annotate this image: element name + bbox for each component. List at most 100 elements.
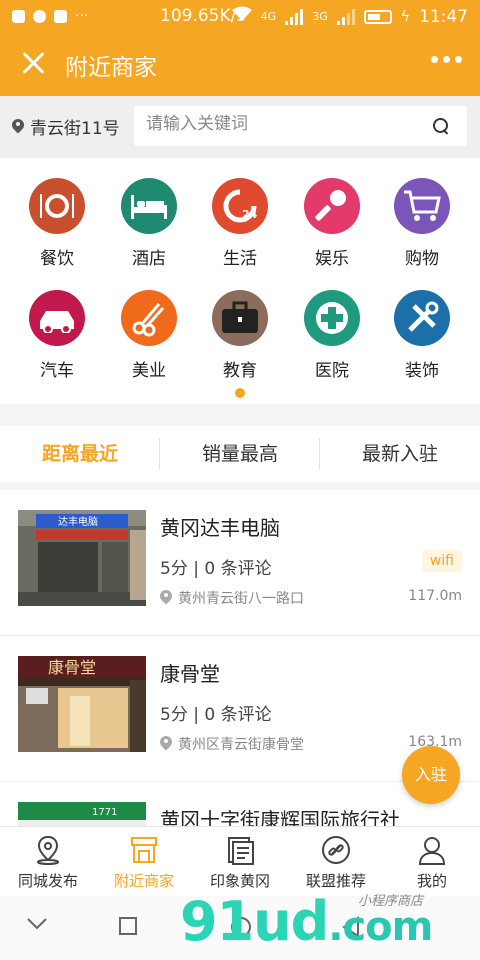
category-shopping[interactable]: 购物 xyxy=(382,178,462,269)
category-beauty[interactable]: 美业 xyxy=(109,290,189,381)
address-text: 黄州区青云街康骨堂 xyxy=(178,737,304,753)
merchant-rating: 5分 | 0 条评论 xyxy=(160,559,272,579)
category-hotel[interactable]: 酒店 xyxy=(109,178,189,269)
storefront-icon xyxy=(128,834,160,866)
shop-sign-text: 1771 xyxy=(92,807,117,818)
gallery-icon xyxy=(54,9,67,23)
tab-nearest[interactable]: 距离最近 xyxy=(0,426,160,482)
watermark-subtitle: 小程序商店 xyxy=(358,894,424,909)
merchant-thumbnail: 康骨堂 xyxy=(18,656,146,752)
sort-tabs: 距离最近 销量最高 最新入驻 xyxy=(0,426,480,482)
list-item[interactable]: 达丰电脑 黄冈达丰电脑 5分 | 0 条评论 wifi 黄州青云街八一路口 11… xyxy=(0,490,480,636)
dining-icon xyxy=(29,178,85,234)
category-label: 教育 xyxy=(223,361,257,381)
more-notifications-icon: ··· xyxy=(75,8,89,24)
more-options-icon[interactable] xyxy=(431,56,462,63)
nav-label: 同城发布 xyxy=(17,872,78,890)
signal-4g-label: 4G xyxy=(260,10,277,23)
merchant-thumbnail: 1771 xyxy=(18,802,146,826)
watermark-domain: .com xyxy=(328,904,433,950)
category-hospital[interactable]: 医院 xyxy=(292,290,372,381)
briefcase-icon xyxy=(212,290,268,346)
shopping-cart-icon xyxy=(394,178,450,234)
app-header: 附近商家 xyxy=(0,34,480,96)
tab-top-sales[interactable]: 销量最高 xyxy=(160,426,320,482)
category-life[interactable]: 24 生活 xyxy=(200,178,280,269)
location-pin-icon xyxy=(32,834,64,866)
category-label: 美业 xyxy=(132,361,166,381)
location-pin-icon xyxy=(12,119,24,135)
scissors-comb-icon xyxy=(121,290,177,346)
merchant-name: 康骨堂 xyxy=(160,662,220,686)
wifi-badge: wifi xyxy=(421,550,462,572)
page-title: 附近商家 xyxy=(65,55,157,81)
nav-label: 我的 xyxy=(416,872,447,890)
bottom-nav: 同城发布 附近商家 印象黄冈 联盟推荐 我的 xyxy=(0,826,480,896)
svg-text:24: 24 xyxy=(242,208,258,221)
category-label: 购物 xyxy=(405,249,439,269)
notification-icon xyxy=(12,9,25,23)
category-entertainment[interactable]: 娱乐 xyxy=(292,178,372,269)
category-label: 装饰 xyxy=(405,361,439,381)
category-label: 汽车 xyxy=(40,361,74,381)
merchant-rating: 5分 | 0 条评论 xyxy=(160,705,272,725)
search-input[interactable] xyxy=(146,114,416,134)
signal-3g-icon xyxy=(336,8,355,25)
category-label: 生活 xyxy=(223,249,257,269)
nav-label: 印象黄冈 xyxy=(209,872,270,890)
nav-local-post[interactable]: 同城发布 xyxy=(0,827,96,897)
wechat-icon xyxy=(33,9,46,23)
24h-service-icon: 24 xyxy=(212,178,268,234)
pager-dot[interactable] xyxy=(235,388,245,398)
recent-apps-icon[interactable] xyxy=(118,916,138,940)
tools-icon xyxy=(394,290,450,346)
chevron-down-icon[interactable] xyxy=(26,916,48,935)
category-label: 酒店 xyxy=(132,249,166,269)
merchant-address: 黄州青云街八一路口 xyxy=(160,588,304,608)
merchant-address: 黄州区青云街康骨堂 xyxy=(160,734,304,754)
category-decoration[interactable]: 装饰 xyxy=(382,290,462,381)
nav-nearby-merchants[interactable]: 附近商家 xyxy=(96,827,192,897)
wifi-icon xyxy=(231,6,252,27)
address-text: 黄州青云街八一路口 xyxy=(178,591,304,607)
search-box[interactable] xyxy=(134,106,467,146)
shop-sign-text: 达丰电脑 xyxy=(58,515,98,528)
merchant-name: 黄冈达丰电脑 xyxy=(160,516,280,540)
nav-impression[interactable]: 印象黄冈 xyxy=(192,827,288,897)
user-icon xyxy=(416,834,448,866)
signal-3g-label: 3G xyxy=(312,10,328,23)
location-label: 青云街11号 xyxy=(30,119,120,139)
microphone-icon xyxy=(304,178,360,234)
battery-icon xyxy=(363,9,392,24)
category-label: 娱乐 xyxy=(315,249,349,269)
merchant-thumbnail: 达丰电脑 xyxy=(18,510,146,606)
search-bar: 青云街11号 xyxy=(0,96,480,158)
car-icon xyxy=(29,290,85,346)
document-icon xyxy=(224,834,256,866)
signal-4g-icon xyxy=(285,8,304,25)
close-icon[interactable] xyxy=(18,48,48,78)
nav-alliance[interactable]: 联盟推荐 xyxy=(288,827,384,897)
location-pin-icon xyxy=(160,590,172,606)
charging-icon: ϟ xyxy=(400,8,410,25)
link-icon xyxy=(320,834,352,866)
tab-newest[interactable]: 最新入驻 xyxy=(320,426,480,482)
category-label: 餐饮 xyxy=(40,249,74,269)
category-education[interactable]: 教育 xyxy=(200,290,280,381)
location-selector[interactable]: 青云街11号 xyxy=(12,114,120,139)
nav-me[interactable]: 我的 xyxy=(384,827,480,897)
search-icon[interactable] xyxy=(433,118,449,134)
watermark-brand: 91ud xyxy=(180,890,329,953)
merchant-name: 黄冈十字街康辉国际旅行社 xyxy=(160,808,400,826)
location-pin-icon xyxy=(160,736,172,752)
category-label: 医院 xyxy=(315,361,349,381)
category-car[interactable]: 汽车 xyxy=(17,290,97,381)
merchant-distance: 117.0m xyxy=(408,588,462,604)
nav-label: 联盟推荐 xyxy=(305,872,366,890)
join-button[interactable]: 入驻 xyxy=(402,746,460,804)
status-bar: ··· 109.65K/s 4G 3G ϟ 11:47 xyxy=(0,0,480,34)
category-dining[interactable]: 餐饮 xyxy=(17,178,97,269)
medical-cross-icon xyxy=(304,290,360,346)
nav-label: 附近商家 xyxy=(113,872,174,890)
category-grid: 餐饮 酒店 24 生活 娱乐 购物 汽车 美业 教育 医院 装饰 xyxy=(0,158,480,404)
